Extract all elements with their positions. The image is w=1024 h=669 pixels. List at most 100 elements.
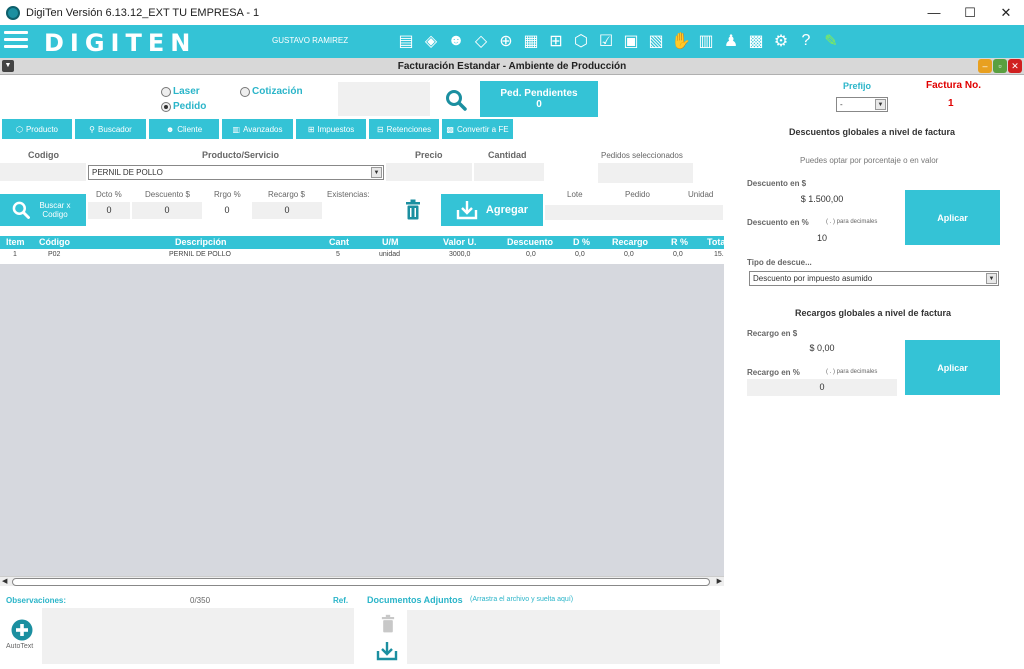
observaciones-textarea[interactable] bbox=[42, 608, 354, 664]
col-item[interactable]: Item bbox=[6, 237, 25, 247]
cantidad-input[interactable] bbox=[474, 163, 544, 181]
trash-icon[interactable] bbox=[381, 614, 395, 634]
codigo-input[interactable] bbox=[0, 163, 86, 181]
documentos-dropzone[interactable] bbox=[407, 610, 720, 664]
col-total[interactable]: Tota bbox=[707, 237, 725, 247]
table-row[interactable]: 1 P02 PERNIL DE POLLO 5 unidad 3000,0 0,… bbox=[0, 250, 724, 264]
precio-input[interactable] bbox=[386, 163, 472, 181]
box-icon[interactable]: ⬡ bbox=[571, 29, 591, 53]
descuento-valor-input[interactable]: $ 1.500,00 bbox=[747, 191, 897, 208]
download-icon[interactable] bbox=[376, 641, 398, 661]
scrollbar-thumb[interactable] bbox=[12, 578, 710, 586]
scroll-right-icon[interactable]: ▶ bbox=[717, 577, 722, 585]
tab-avanzados-label: Avanzados bbox=[243, 124, 283, 134]
minimize-button[interactable]: — bbox=[916, 0, 952, 25]
tab-retenciones[interactable]: ⊟ Retenciones bbox=[369, 119, 439, 139]
col-codigo[interactable]: Código bbox=[39, 237, 70, 247]
chevron-down-icon[interactable]: ▼ bbox=[986, 273, 997, 284]
dcto-pct-input[interactable]: 0 bbox=[88, 202, 130, 219]
search-icon[interactable] bbox=[444, 88, 468, 112]
maximize-button[interactable]: ☐ bbox=[952, 0, 988, 25]
doc-add-icon[interactable]: ▣ bbox=[621, 29, 641, 53]
grid-body[interactable] bbox=[0, 264, 724, 576]
image-icon[interactable]: ▩ bbox=[746, 29, 766, 53]
grid-scrollbar[interactable]: ◀ ▶ bbox=[0, 576, 724, 586]
col-valor-u[interactable]: Valor U. bbox=[443, 237, 477, 247]
help-icon[interactable]: ? bbox=[796, 29, 816, 53]
rrgo-pct-label: Rrgo % bbox=[214, 190, 241, 199]
tab-producto-label: Producto bbox=[25, 124, 58, 134]
handshake-icon[interactable]: ✋ bbox=[671, 29, 691, 53]
radio-cotizacion-dot[interactable] bbox=[240, 86, 250, 97]
radio-laser-dot[interactable] bbox=[161, 86, 171, 97]
label-icon[interactable]: ◇ bbox=[471, 29, 491, 53]
col-r-pct[interactable]: R % bbox=[671, 237, 688, 247]
aplicar-recargo-button[interactable]: Aplicar bbox=[905, 340, 1000, 395]
gear-icon[interactable]: ⚙ bbox=[771, 29, 791, 53]
user-chart-icon[interactable]: ♟ bbox=[721, 29, 741, 53]
tab-cliente[interactable]: ☻ Cliente bbox=[149, 119, 219, 139]
pen-icon[interactable]: ✎ bbox=[821, 29, 841, 53]
cell-item: 1 bbox=[13, 251, 17, 258]
recargo-valor-input[interactable]: $ 0,00 bbox=[747, 340, 897, 357]
close-button[interactable]: ✕ bbox=[988, 0, 1024, 25]
tipo-descuento-label: Tipo de descue... bbox=[747, 258, 812, 267]
rrgo-pct-input[interactable]: 0 bbox=[204, 202, 250, 219]
prefijo-select[interactable]: - ▼ bbox=[836, 97, 888, 112]
trash-icon[interactable] bbox=[405, 199, 421, 221]
chart-icon[interactable]: ▥ bbox=[696, 29, 716, 53]
doc-plus-icon[interactable]: ▧ bbox=[646, 29, 666, 53]
user-add-icon[interactable]: ☻ bbox=[446, 29, 466, 53]
buscar-codigo-label: Buscar x Codigo bbox=[39, 201, 71, 219]
recargo-pct-input[interactable]: 0 bbox=[747, 379, 897, 396]
tipo-descuento-select[interactable]: Descuento por impuesto asumido ▼ bbox=[749, 271, 999, 286]
tab-impuestos[interactable]: ⊞ Impuestos bbox=[296, 119, 366, 139]
chevron-down-icon[interactable]: ▼ bbox=[875, 99, 886, 110]
aplicar-descuento-button[interactable]: Aplicar bbox=[905, 190, 1000, 245]
radio-cotizacion[interactable]: Cotización bbox=[240, 86, 303, 97]
producto-select[interactable]: PERNIL DE POLLO ▼ bbox=[88, 165, 384, 180]
invoice-icon[interactable]: ▤ bbox=[396, 29, 416, 53]
add-icon[interactable] bbox=[11, 619, 33, 641]
factura-number-field: 1 bbox=[890, 95, 1016, 113]
cell-recargo: 0,0 bbox=[624, 251, 634, 258]
pedido-number-field[interactable] bbox=[338, 82, 430, 116]
col-recargo[interactable]: Recargo bbox=[612, 237, 648, 247]
form-close-button[interactable]: ✕ bbox=[1008, 59, 1022, 73]
form-minimize-button[interactable]: – bbox=[978, 59, 992, 73]
descuento-pct-input[interactable]: 10 bbox=[747, 230, 897, 247]
checklist-icon[interactable]: ☑ bbox=[596, 29, 616, 53]
retention-icon: ⊟ bbox=[376, 124, 384, 134]
menu-icon[interactable] bbox=[4, 31, 28, 51]
form-restore-button[interactable]: ▫ bbox=[993, 59, 1007, 73]
cart-add-icon[interactable]: ⊕ bbox=[496, 29, 516, 53]
scroll-left-icon[interactable]: ◀ bbox=[2, 577, 7, 585]
tab-buscador[interactable]: ⚲ Buscador bbox=[75, 119, 146, 139]
chevron-down-icon[interactable]: ▼ bbox=[371, 167, 382, 178]
col-cant[interactable]: Cant bbox=[329, 237, 349, 247]
radio-pedido[interactable]: Pedido bbox=[161, 101, 206, 112]
radio-pedido-dot[interactable] bbox=[161, 101, 171, 112]
radio-laser[interactable]: Laser bbox=[161, 86, 200, 97]
col-descuento[interactable]: Descuento bbox=[507, 237, 553, 247]
tab-avanzados[interactable]: ▥ Avanzados bbox=[222, 119, 293, 139]
buscar-codigo-button[interactable]: Buscar x Codigo bbox=[0, 194, 86, 226]
agregar-button[interactable]: Agregar bbox=[441, 194, 543, 226]
descuento-input[interactable]: 0 bbox=[132, 202, 202, 219]
recargos-title: Recargos globales a nivel de factura bbox=[795, 308, 952, 318]
precio-label: Precio bbox=[415, 150, 443, 160]
tag-icon[interactable]: ◈ bbox=[421, 29, 441, 53]
col-um[interactable]: U/M bbox=[382, 237, 399, 247]
tab-retenciones-label: Retenciones bbox=[386, 124, 432, 134]
col-descripcion[interactable]: Descripción bbox=[175, 237, 227, 247]
recargo-label: Recargo $ bbox=[268, 190, 305, 199]
col-d-pct[interactable]: D % bbox=[573, 237, 590, 247]
cell-total: 15. bbox=[714, 251, 724, 258]
pedidos-pendientes-button[interactable]: Ped. Pendientes 0 bbox=[480, 81, 598, 117]
tab-convertir-fe[interactable]: ▩ Convertir a FE bbox=[442, 119, 513, 139]
recargo-input[interactable]: 0 bbox=[252, 202, 322, 219]
cart-icon[interactable]: ⊞ bbox=[546, 29, 566, 53]
document-icon[interactable]: ▦ bbox=[521, 29, 541, 53]
lote-pedido-unidad-box bbox=[545, 205, 723, 220]
tab-producto[interactable]: ⬡ Producto bbox=[2, 119, 72, 139]
